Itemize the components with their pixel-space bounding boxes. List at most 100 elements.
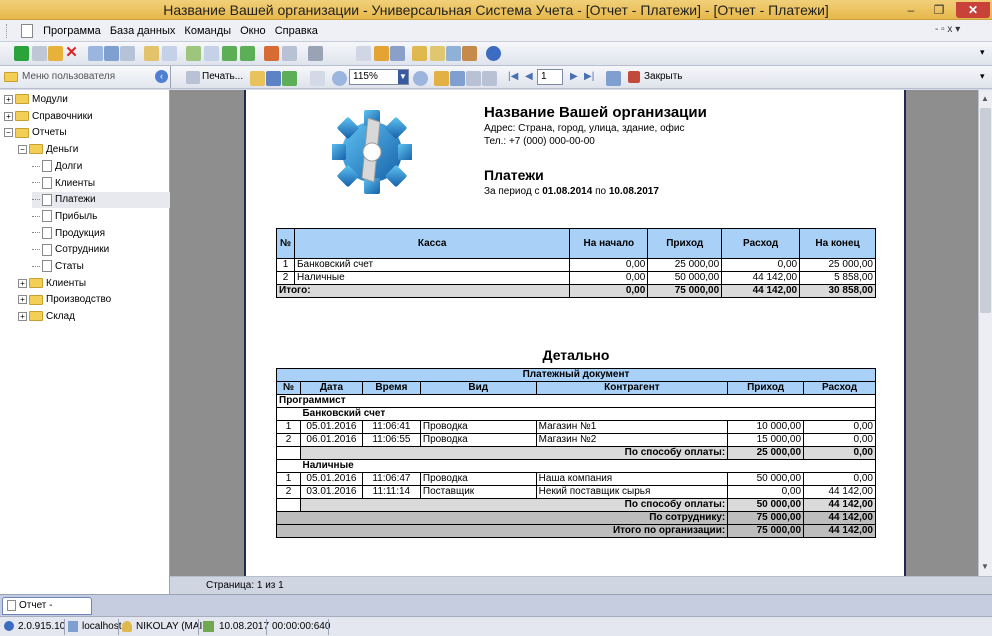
open-icon[interactable] bbox=[250, 71, 265, 86]
sidebar-item[interactable]: Клиенты bbox=[32, 176, 95, 192]
menu-program[interactable]: Программа bbox=[40, 20, 104, 42]
sidebar-item[interactable]: − Отчеты bbox=[4, 125, 67, 141]
status-timer: 00:00:00:640 bbox=[272, 621, 331, 632]
sidebar-item[interactable]: Платежи bbox=[32, 192, 170, 209]
delete-icon[interactable]: ✕ bbox=[64, 45, 79, 61]
settings-icon[interactable] bbox=[374, 46, 389, 61]
calendar-icon[interactable] bbox=[264, 46, 279, 61]
import-icon[interactable] bbox=[162, 46, 177, 61]
print-button[interactable]: Печать... bbox=[202, 71, 243, 82]
document-icon bbox=[42, 260, 52, 273]
first-page-icon[interactable]: |◀ bbox=[508, 71, 518, 82]
grid-icon[interactable] bbox=[240, 46, 255, 61]
save-icon[interactable] bbox=[266, 71, 281, 86]
menu-help[interactable]: Справка bbox=[272, 20, 321, 42]
copy-icon[interactable] bbox=[32, 46, 47, 61]
expand-toggle-icon[interactable]: + bbox=[4, 111, 13, 121]
document-icon bbox=[7, 599, 16, 611]
toolbar-overflow-icon[interactable]: ▾ bbox=[980, 71, 985, 82]
tree-icon[interactable] bbox=[186, 46, 201, 61]
window-icon[interactable] bbox=[282, 46, 297, 61]
zoom-in-icon[interactable] bbox=[332, 71, 347, 86]
page-setup-icon[interactable] bbox=[310, 71, 325, 86]
last-page-icon[interactable]: ▶| bbox=[584, 71, 594, 82]
sidebar-item[interactable]: + Клиенты bbox=[18, 276, 86, 292]
export-icon[interactable] bbox=[144, 46, 159, 61]
sidebar-item[interactable]: Статы bbox=[32, 259, 84, 275]
document-icon bbox=[21, 24, 34, 38]
zoom-out-icon[interactable] bbox=[413, 71, 428, 86]
export-icon[interactable] bbox=[282, 71, 297, 86]
sidebar-item[interactable]: + Производство bbox=[18, 292, 111, 308]
list-icon[interactable] bbox=[204, 46, 219, 61]
sidebar-item[interactable]: + Справочники bbox=[4, 109, 93, 125]
sidebar-item[interactable]: Прибыль bbox=[32, 209, 97, 225]
sidebar-item[interactable]: Сотрудники bbox=[32, 242, 109, 258]
table-cell: Наличные bbox=[293, 271, 571, 285]
column-header: № bbox=[276, 381, 301, 395]
period-from: 01.08.2014 bbox=[542, 186, 593, 197]
refresh-icon[interactable] bbox=[222, 46, 237, 61]
table-cell: 11:06:47 bbox=[361, 472, 421, 486]
one-page-icon[interactable] bbox=[434, 71, 449, 86]
filter-icon[interactable] bbox=[120, 46, 135, 61]
mdi-controls[interactable]: - ▫ x ▾ bbox=[935, 24, 960, 35]
expand-toggle-icon[interactable]: + bbox=[18, 295, 27, 305]
menu-commands[interactable]: Команды bbox=[181, 20, 234, 42]
find-icon[interactable] bbox=[104, 46, 119, 61]
tools-icon[interactable] bbox=[356, 46, 371, 61]
scroll-up-icon[interactable]: ▲ bbox=[981, 94, 989, 103]
menu-database[interactable]: База данных bbox=[107, 20, 179, 42]
two-pages-icon[interactable] bbox=[450, 71, 465, 86]
next-page-icon[interactable]: ▶ bbox=[570, 71, 578, 82]
expand-toggle-icon[interactable]: + bbox=[18, 311, 27, 321]
expand-toggle-icon[interactable]: + bbox=[18, 278, 27, 288]
expand-toggle-icon[interactable]: − bbox=[18, 144, 27, 154]
group-icon[interactable] bbox=[462, 46, 477, 61]
database-icon bbox=[68, 621, 78, 632]
version-icon bbox=[4, 621, 14, 631]
page-number-input[interactable]: 1 bbox=[537, 69, 563, 85]
table-cell: 11:06:55 bbox=[361, 433, 421, 447]
sidebar-item[interactable]: + Модули bbox=[4, 92, 68, 108]
column-header: Приход bbox=[647, 228, 723, 259]
sidebar-item-label: Справочники bbox=[32, 110, 93, 122]
employee-total-cell: По сотруднику: bbox=[275, 511, 729, 525]
period-to: 10.08.2017 bbox=[608, 186, 659, 197]
scroll-thumb[interactable] bbox=[980, 108, 991, 313]
sidebar-item[interactable]: + Склад bbox=[18, 309, 75, 325]
tab-report-payments[interactable]: Отчет - Платежи bbox=[2, 597, 92, 627]
expand-toggle-icon[interactable]: − bbox=[4, 128, 13, 138]
toolbar-overflow-icon[interactable]: ▾ bbox=[980, 47, 985, 58]
whole-page-icon[interactable] bbox=[482, 71, 497, 86]
notes-icon[interactable] bbox=[390, 46, 405, 61]
close-button[interactable]: ✕ bbox=[956, 2, 990, 18]
scroll-down-icon[interactable]: ▼ bbox=[981, 562, 989, 571]
print-icon[interactable] bbox=[308, 46, 323, 61]
close-report-button[interactable]: Закрыть bbox=[644, 71, 683, 82]
add-icon[interactable] bbox=[14, 46, 29, 61]
expand-toggle-icon[interactable]: + bbox=[4, 94, 13, 104]
users-icon[interactable] bbox=[446, 46, 461, 61]
chevron-down-icon[interactable]: ▼ bbox=[398, 70, 408, 84]
sidebar-item[interactable]: − Деньги bbox=[18, 142, 78, 158]
sidebar-item[interactable]: Продукция bbox=[32, 226, 105, 242]
sidebar-item-label: Модули bbox=[32, 94, 68, 105]
maximize-button[interactable]: ❐ bbox=[926, 2, 952, 18]
key-icon[interactable] bbox=[430, 46, 445, 61]
period-mid: по bbox=[592, 186, 609, 197]
sidebar-collapse-icon[interactable]: ‹ bbox=[155, 70, 168, 83]
minimize-button[interactable]: – bbox=[898, 2, 924, 18]
prev-page-icon[interactable]: ◀ bbox=[525, 71, 533, 82]
search-icon[interactable] bbox=[88, 46, 103, 61]
vertical-scrollbar[interactable]: ▲ ▼ bbox=[978, 90, 992, 576]
tree-line-icon bbox=[32, 265, 40, 267]
lock-icon[interactable] bbox=[412, 46, 427, 61]
edit-icon[interactable] bbox=[48, 46, 63, 61]
column-header: Касса bbox=[293, 228, 571, 259]
menu-window[interactable]: Окно bbox=[237, 20, 269, 42]
refresh-icon[interactable] bbox=[606, 71, 621, 86]
info-icon[interactable] bbox=[486, 46, 501, 61]
page-width-icon[interactable] bbox=[466, 71, 481, 86]
sidebar-item[interactable]: Долги bbox=[32, 159, 82, 175]
